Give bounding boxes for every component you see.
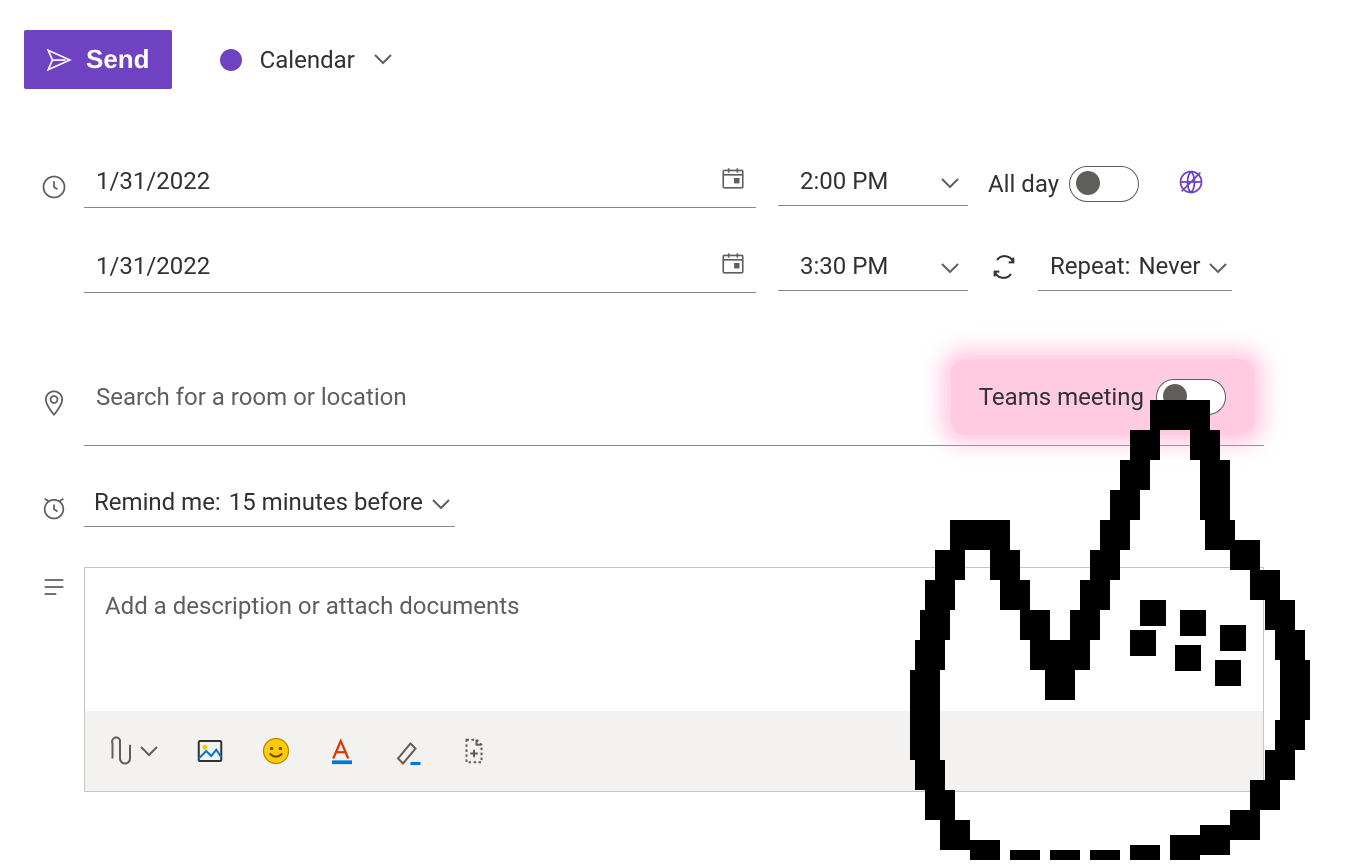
location-icon: [24, 383, 84, 417]
teams-meeting-toggle[interactable]: [1156, 379, 1226, 415]
calendar-selector[interactable]: Calendar: [220, 46, 393, 74]
end-time-select[interactable]: 3:30 PM: [778, 246, 968, 291]
end-time-value: 3:30 PM: [800, 252, 888, 280]
all-day-toggle[interactable]: [1069, 166, 1139, 202]
toggle-knob: [1163, 384, 1187, 408]
chevron-down-icon: [431, 488, 451, 516]
reminder-value: 15 minutes before: [229, 488, 423, 516]
repeat-value: Never: [1138, 252, 1200, 280]
end-date-input[interactable]: 1/31/2022: [84, 244, 756, 293]
send-icon: [46, 47, 72, 73]
attach-button[interactable]: [105, 736, 159, 766]
description-placeholder: Add a description or attach documents: [105, 592, 520, 620]
calendar-selector-label: Calendar: [260, 46, 355, 74]
location-input[interactable]: Search for a room or location Teams meet…: [84, 353, 1264, 446]
chevron-down-icon: [940, 252, 960, 280]
description-textarea[interactable]: Add a description or attach documents: [85, 568, 1263, 711]
repeat-select[interactable]: Repeat: Never: [1038, 246, 1232, 291]
ink-button[interactable]: [393, 736, 423, 766]
chevron-down-icon: [373, 50, 393, 69]
formatting-toolbar: [85, 711, 1263, 791]
reminder-label: Remind me:: [94, 488, 221, 516]
repeat-icon: [990, 253, 1018, 285]
end-date-value: 1/31/2022: [96, 252, 210, 280]
teams-meeting-label: Teams meeting: [979, 383, 1144, 411]
chevron-down-icon: [940, 167, 960, 195]
reminder-icon: [24, 488, 84, 522]
font-format-button[interactable]: [327, 736, 357, 766]
send-button[interactable]: Send: [24, 30, 172, 89]
timezone-icon[interactable]: [1177, 168, 1205, 200]
chevron-down-icon: [1208, 252, 1228, 280]
teams-meeting-block: Teams meeting: [951, 359, 1254, 435]
repeat-label: Repeat:: [1050, 252, 1130, 280]
location-placeholder: Search for a room or location: [96, 383, 407, 411]
insert-picture-button[interactable]: [195, 736, 225, 766]
insert-file-button[interactable]: [459, 736, 489, 766]
calendar-icon: [720, 165, 746, 197]
start-time-value: 2:00 PM: [800, 167, 888, 195]
description-box: Add a description or attach documents: [84, 567, 1264, 792]
description-icon: [24, 567, 84, 601]
reminder-select[interactable]: Remind me: 15 minutes before: [84, 482, 455, 527]
send-button-label: Send: [86, 44, 150, 75]
chevron-down-icon: [139, 742, 159, 761]
calendar-color-dot: [220, 49, 242, 71]
emoji-button[interactable]: [261, 736, 291, 766]
all-day-label: All day: [988, 170, 1059, 198]
start-date-input[interactable]: 1/31/2022: [84, 159, 756, 208]
toggle-knob: [1076, 171, 1100, 195]
calendar-icon: [720, 250, 746, 282]
start-date-value: 1/31/2022: [96, 167, 210, 195]
start-time-select[interactable]: 2:00 PM: [778, 161, 968, 206]
clock-icon: [24, 167, 84, 201]
